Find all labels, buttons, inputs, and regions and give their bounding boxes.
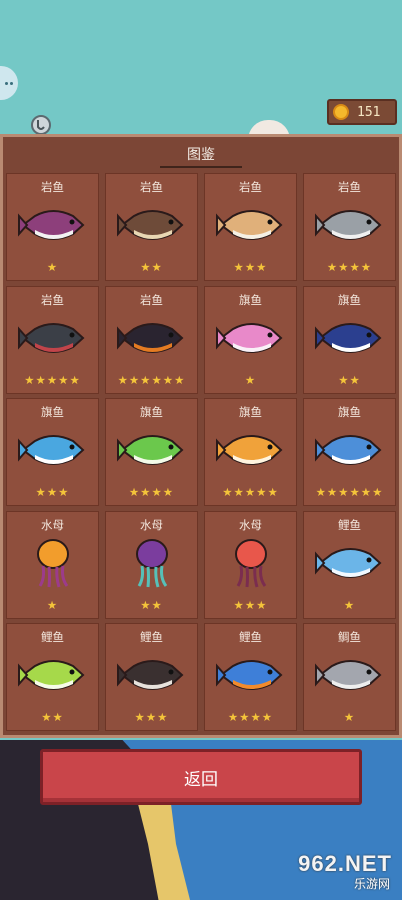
- back-button-label: 返回: [184, 769, 218, 790]
- fish-name: 旗鱼: [140, 405, 163, 419]
- panel-title: 图鉴: [187, 147, 215, 163]
- watermark-site: 乐游网: [353, 877, 390, 891]
- rarity-stars: ★★: [140, 260, 163, 274]
- rarity-stars: ★★★★★★: [117, 372, 186, 387]
- rarity-stars: ★: [244, 372, 257, 387]
- rarity-stars: ★★: [41, 710, 64, 724]
- rarity-stars: ★★★: [233, 260, 268, 274]
- rarity-stars: ★★★★: [128, 485, 175, 499]
- fish-card[interactable]: 鲤鱼 ★★★★: [204, 623, 297, 731]
- fish-card[interactable]: 岩鱼 ★★★★★★: [105, 285, 198, 394]
- fish-icon: [215, 648, 288, 702]
- fish-icon: [17, 536, 90, 590]
- fish-card[interactable]: 鲤鱼 ★★★: [105, 623, 198, 731]
- fish-name: 旗鱼: [338, 292, 361, 307]
- site-watermark: 962.NET 乐游网: [262, 850, 396, 892]
- panel-title-wrap: 图鉴: [160, 144, 242, 168]
- fish-card[interactable]: 岩鱼 ★★★★: [303, 173, 396, 281]
- fish-card[interactable]: 岩鱼 ★★★: [204, 173, 297, 281]
- fish-name: 鲤鱼: [140, 630, 163, 644]
- fishing-hook-icon[interactable]: [30, 114, 52, 136]
- fish-name: 岩鱼: [140, 292, 163, 307]
- fish-name: 水母: [140, 517, 163, 532]
- coin-counter: 151: [327, 99, 397, 125]
- fish-card[interactable]: 旗鱼 ★★★★: [105, 398, 198, 506]
- fish-icon: [314, 648, 387, 702]
- fish-icon: [314, 536, 387, 590]
- fish-card[interactable]: 旗鱼 ★: [204, 285, 297, 394]
- fish-name: 鲤鱼: [41, 630, 64, 644]
- fish-name: 岩鱼: [140, 180, 163, 194]
- fish-card[interactable]: 旗鱼 ★★★★★: [204, 398, 297, 506]
- fish-icon: [314, 423, 387, 477]
- fish-icon: [314, 311, 387, 365]
- fish-icon: [116, 198, 189, 252]
- fish-card[interactable]: 水母 ★★★: [204, 510, 297, 619]
- fish-icon: [17, 198, 90, 252]
- fish-icon: [116, 536, 189, 590]
- fish-name: 岩鱼: [41, 180, 64, 194]
- rarity-stars: ★★★★: [326, 260, 373, 274]
- fish-name: 岩鱼: [41, 292, 64, 307]
- fish-icon: [17, 423, 90, 477]
- rarity-stars: ★: [46, 260, 59, 274]
- fish-card[interactable]: 旗鱼 ★★★: [6, 398, 99, 506]
- fish-icon: [215, 536, 288, 590]
- rarity-stars: ★★★: [35, 485, 70, 499]
- fish-icon: [17, 648, 90, 702]
- rarity-stars: ★: [343, 710, 356, 724]
- fish-name: 旗鱼: [338, 405, 361, 419]
- fish-name: 岩鱼: [338, 180, 361, 194]
- fish-icon: [314, 198, 387, 252]
- coin-amount: 151: [357, 104, 381, 120]
- fish-card[interactable]: 鲤鱼 ★★: [6, 623, 99, 731]
- fish-card[interactable]: 岩鱼 ★★★★★: [6, 285, 99, 394]
- fish-icon: [17, 311, 90, 365]
- fish-icon: [215, 311, 288, 365]
- rarity-stars: ★★★★: [227, 710, 274, 724]
- fish-card[interactable]: 旗鱼 ★★: [303, 285, 396, 394]
- fish-card[interactable]: 水母 ★★: [105, 510, 198, 619]
- rarity-stars: ★★★: [233, 597, 268, 612]
- fish-icon: [116, 311, 189, 365]
- rarity-stars: ★★: [338, 372, 361, 387]
- fish-name: 鲤鱼: [239, 630, 262, 644]
- fish-card[interactable]: 岩鱼 ★: [6, 173, 99, 281]
- fish-name: 旗鱼: [239, 405, 262, 419]
- title-underline: [160, 166, 242, 168]
- watermark-number: 962.NET: [298, 851, 392, 876]
- fish-name: 鲤鱼: [338, 517, 361, 532]
- coin-icon: [333, 104, 349, 120]
- fish-card[interactable]: 岩鱼 ★★: [105, 173, 198, 281]
- fish-name: 岩鱼: [239, 180, 262, 194]
- fish-icon: [215, 198, 288, 252]
- back-button[interactable]: 返回: [40, 749, 362, 805]
- rarity-stars: ★: [343, 597, 356, 612]
- rarity-stars: ★★: [140, 597, 163, 612]
- fish-name: 鲷鱼: [338, 630, 361, 644]
- fish-name: 旗鱼: [239, 292, 262, 307]
- fish-name: 水母: [41, 517, 64, 532]
- fish-card[interactable]: 鲤鱼 ★: [303, 510, 396, 619]
- rarity-stars: ★★★★★: [24, 372, 81, 387]
- rarity-stars: ★★★: [134, 710, 169, 724]
- fish-name: 水母: [239, 517, 262, 532]
- fish-card[interactable]: 水母 ★: [6, 510, 99, 619]
- fish-icon: [116, 423, 189, 477]
- fish-card[interactable]: 鲷鱼 ★: [303, 623, 396, 731]
- fish-card[interactable]: 旗鱼 ★★★★★★: [303, 398, 396, 506]
- rarity-stars: ★★★★★: [222, 485, 279, 499]
- fish-icon: [116, 648, 189, 702]
- rarity-stars: ★: [46, 597, 59, 612]
- fish-name: 旗鱼: [41, 405, 64, 419]
- fish-icon: [215, 423, 288, 477]
- rarity-stars: ★★★★★★: [315, 485, 384, 499]
